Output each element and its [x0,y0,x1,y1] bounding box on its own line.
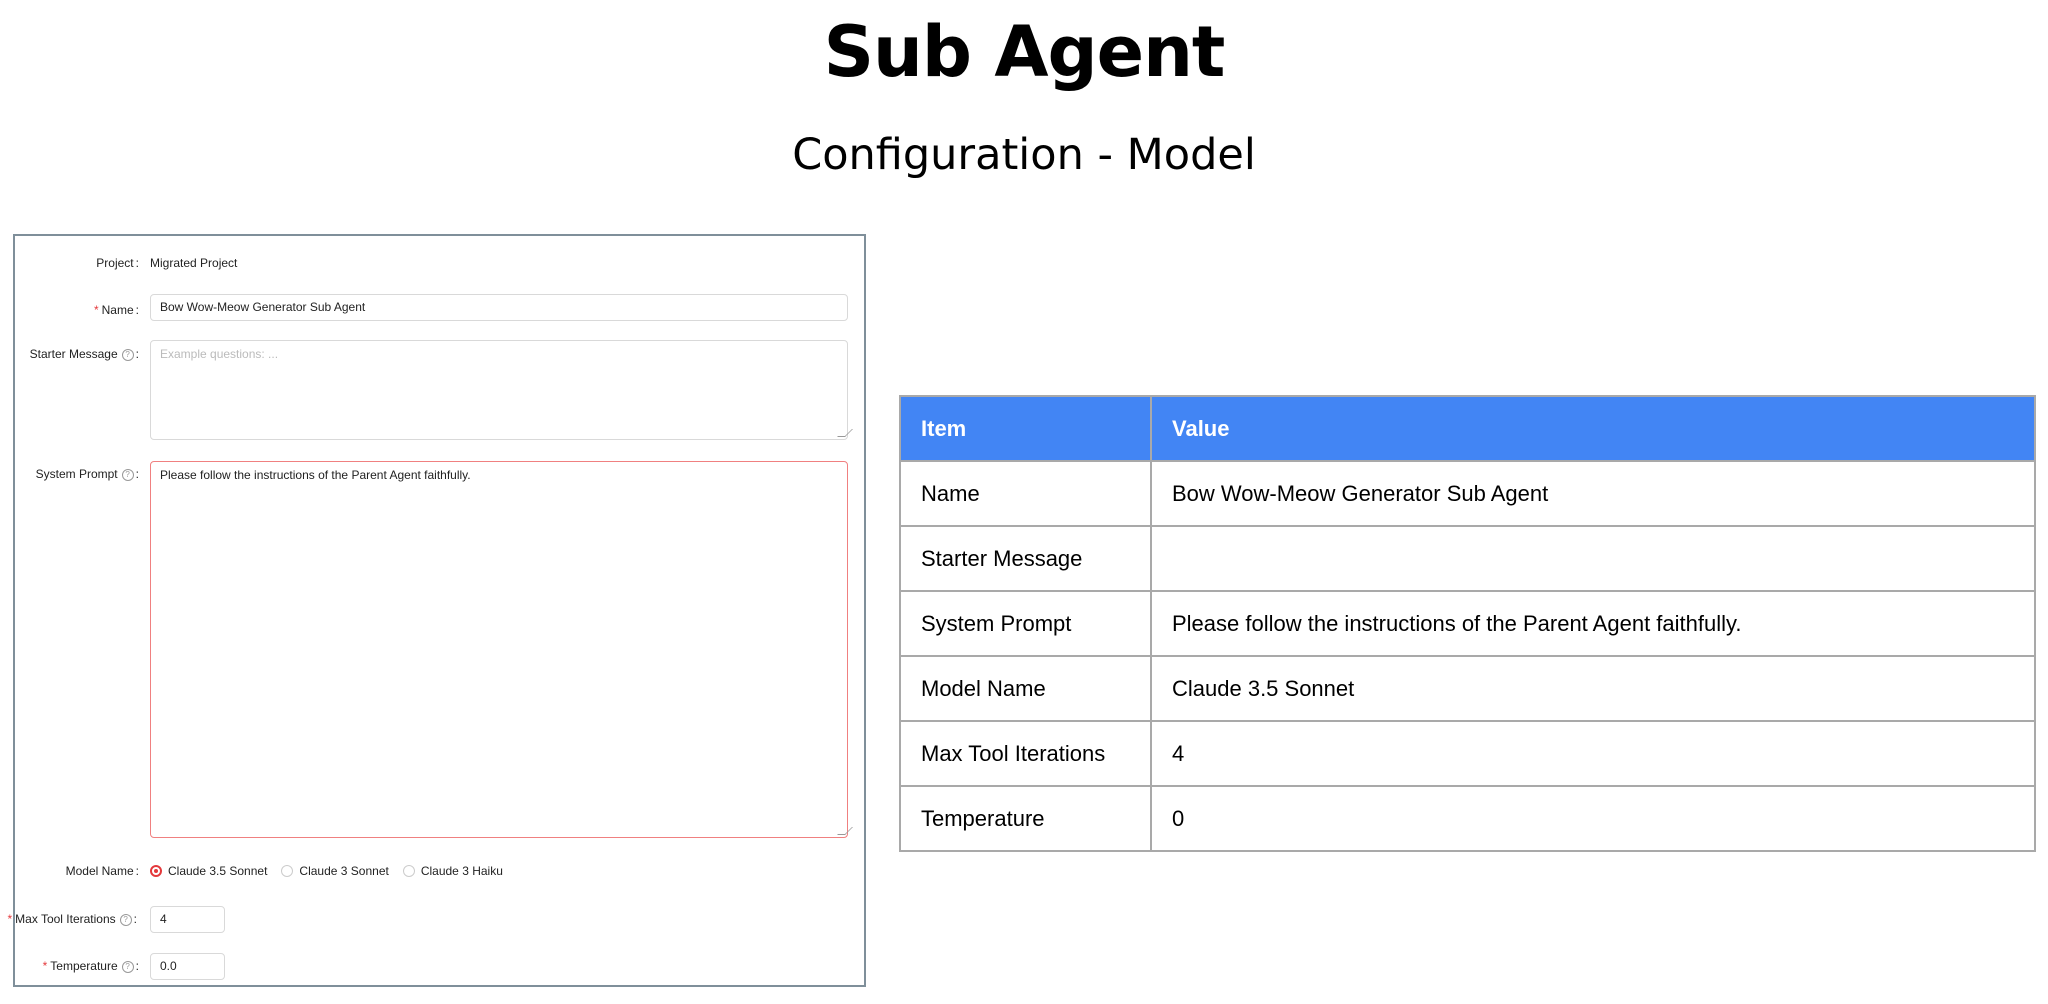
question-circle-icon: ? [121,469,134,481]
question-circle-icon: ? [119,914,132,926]
radio-unselected-icon[interactable] [402,865,415,877]
project-label: Project: [96,256,139,270]
page-title: Sub Agent [823,11,1226,93]
table-cell-value: Please follow the instructions of the Pa… [1150,590,2036,657]
screenshot-panel: Project: Migrated Project * Name: Bow Wow… [7,234,866,987]
table-cell-value: 0 [1150,785,2036,852]
max-iter-label: * Max Tool Iterations?: [7,912,137,926]
table-cell-item: Model Name [899,655,1152,722]
question-circle-icon: ? [121,961,134,973]
table-header-item: Item [899,395,1152,462]
table-row: Temperature 0 [899,785,2036,852]
config-table: Item Value Name Bow Wow-Meow Generator S… [899,395,2036,852]
table-cell-item: Temperature [899,785,1152,852]
table-row: Starter Message [899,525,2036,592]
radio-selected-icon[interactable] [150,865,162,877]
temperature-input[interactable]: 0.0 [150,953,225,980]
table-row: System Prompt Please follow the instruct… [899,590,2036,657]
radio-unselected-icon[interactable] [281,865,294,877]
model-option-claude-3-haiku[interactable]: Claude 3 Haiku [402,864,503,878]
system-label: System Prompt?: [35,467,139,481]
table-row: Model Name Claude 3.5 Sonnet [899,655,2036,722]
starter-label: Starter Message?: [29,347,139,361]
table-cell-item: Name [899,460,1152,527]
table-cell-value: Claude 3.5 Sonnet [1150,655,2036,722]
project-value: Migrated Project [150,256,238,270]
table-cell-value: Bow Wow-Meow Generator Sub Agent [1150,460,2036,527]
system-prompt-textarea[interactable]: Please follow the instructions of the Pa… [150,461,853,838]
question-circle-icon: ? [121,349,134,361]
table-cell-item: Starter Message [899,525,1152,592]
max-tool-iterations-input[interactable]: 4 [150,906,225,933]
table-header-row: Item Value [899,395,2036,462]
temperature-label: * Temperature?: [42,959,139,973]
table-row: Max Tool Iterations 4 [899,720,2036,787]
starter-message-textarea[interactable]: Example questions: ... [150,340,853,440]
model-radio-group: Claude 3.5 Sonnet Claude 3 Sonnet Claude… [150,864,503,878]
model-label: Model Name: [65,864,139,878]
table-cell-value: 4 [1150,720,2036,787]
name-input[interactable]: Bow Wow-Meow Generator Sub Agent [150,294,848,321]
model-option-claude-3-sonnet[interactable]: Claude 3 Sonnet [281,864,389,878]
table-cell-item: Max Tool Iterations [899,720,1152,787]
table-header-value: Value [1150,395,2036,462]
resize-grip-icon[interactable] [837,429,853,437]
page-subtitle: Configuration - Model [792,130,1256,180]
resize-grip-icon[interactable] [837,827,853,835]
table-row: Name Bow Wow-Meow Generator Sub Agent [899,460,2036,527]
model-option-claude-3-5-sonnet[interactable]: Claude 3.5 Sonnet [150,864,267,878]
table-cell-value [1150,525,2036,592]
name-label: * Name: [93,303,139,317]
table-cell-item: System Prompt [899,590,1152,657]
